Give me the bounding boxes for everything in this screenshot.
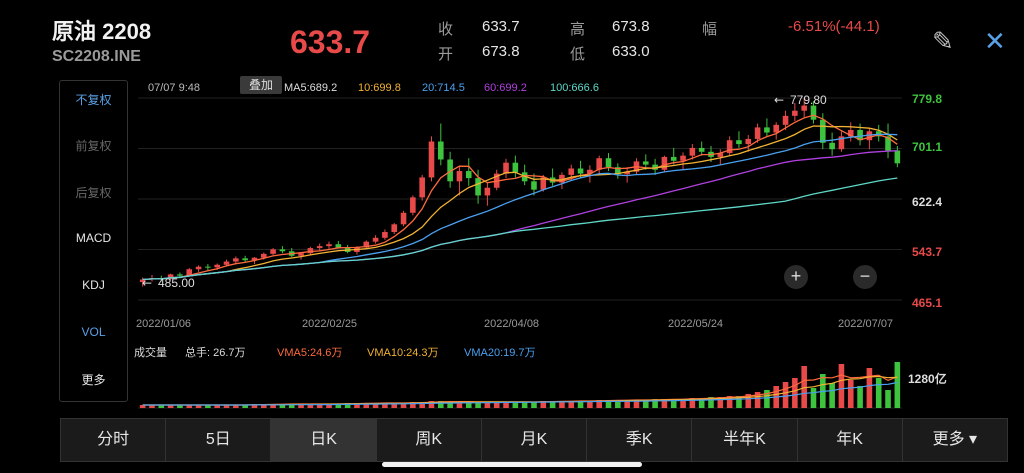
candle-body	[577, 168, 584, 174]
candle-body	[745, 138, 752, 145]
tab-daily-k[interactable]: 日K	[271, 419, 377, 461]
candle-body	[792, 110, 798, 116]
tab-weekly-k[interactable]: 周K	[377, 419, 482, 461]
candle-body	[810, 105, 817, 120]
candle-body	[242, 258, 248, 261]
candle-body	[233, 258, 239, 262]
candle-body	[195, 266, 202, 270]
zoom-in-button[interactable]: +	[784, 265, 808, 289]
min-price-marker: 485.00	[158, 276, 195, 290]
volume-label: 成交量	[134, 347, 167, 359]
candle-body	[391, 224, 398, 233]
candle-body	[270, 249, 276, 254]
zoom-out-button[interactable]: −	[853, 265, 877, 289]
candle-body	[894, 150, 901, 164]
volume-bar	[866, 368, 873, 408]
candle-body	[382, 232, 388, 238]
candle-body	[782, 115, 789, 125]
candle-body	[512, 162, 519, 173]
max-arrow-icon: ←	[774, 93, 784, 107]
candle-body	[335, 244, 342, 248]
max-price-marker: 779.80	[790, 93, 827, 107]
candle-body	[456, 171, 463, 182]
vma5-label: VMA5:24.6万	[277, 347, 343, 359]
candle-body	[680, 155, 686, 161]
candle-body	[820, 119, 826, 143]
tab-intraday[interactable]: 分时	[61, 419, 167, 461]
volume-bar	[838, 364, 845, 408]
y-tick-2: 622.4	[912, 195, 943, 209]
candle-body	[829, 142, 835, 150]
tab-halfyear-k[interactable]: 半年K	[692, 419, 798, 461]
volume-bar	[885, 390, 891, 408]
candle-body	[279, 249, 286, 252]
candle-body	[400, 212, 407, 225]
volume-bar	[829, 383, 835, 408]
volume-bar	[531, 402, 537, 408]
volume-bar	[782, 382, 789, 408]
candle-body	[531, 181, 537, 190]
ma10-line	[142, 125, 898, 281]
y-tick-1: 701.1	[912, 140, 943, 154]
x-tick-1: 2022/02/25	[302, 318, 358, 330]
candle-body	[484, 187, 491, 196]
candle-body	[736, 140, 742, 145]
candle-body	[670, 156, 677, 161]
x-tick-0: 2022/01/06	[136, 318, 192, 330]
candle-body	[754, 127, 761, 139]
candle-body	[428, 141, 435, 178]
candle-body	[773, 124, 780, 133]
candle-body	[438, 141, 444, 160]
candle-body	[475, 178, 481, 196]
volume-bar	[810, 388, 817, 408]
candle-body	[410, 197, 416, 213]
x-tick-4: 2022/07/07	[838, 318, 894, 330]
volume-bar	[894, 362, 901, 408]
tab-5day[interactable]: 5日	[166, 419, 272, 461]
candle-body	[214, 264, 220, 268]
candle-body	[260, 253, 267, 258]
total-volume: 总手: 26.7万	[185, 347, 246, 359]
volume-bar	[875, 378, 882, 408]
candle-body	[372, 237, 379, 242]
y-tick-3: 543.7	[912, 245, 943, 259]
volume-tick: 1280亿	[908, 372, 947, 386]
candle-body	[465, 171, 472, 179]
candle-body	[326, 244, 332, 247]
candle-body	[689, 147, 696, 156]
y-tick-0: 779.8	[912, 92, 943, 106]
candle-body	[642, 161, 649, 165]
y-tick-4: 465.1	[912, 296, 943, 310]
candle-body	[661, 156, 668, 170]
volume-bar	[792, 378, 798, 408]
vma10-label: VMA10:24.3万	[367, 347, 439, 359]
tab-yearly-k[interactable]: 年K	[798, 419, 903, 461]
min-arrow-icon: ←	[142, 276, 152, 290]
volume-bar	[847, 380, 854, 408]
candle-body	[419, 177, 425, 198]
candle-body	[298, 253, 304, 256]
volume-bar	[857, 386, 863, 408]
candle-body	[698, 147, 705, 152]
period-tabs: 分时 5日 日K 周K 月K 季K 半年K 年K 更多 ▾	[60, 418, 1008, 462]
candle-body	[205, 266, 211, 268]
tab-quarterly-k[interactable]: 季K	[587, 419, 693, 461]
x-tick-2: 2022/04/08	[484, 318, 540, 330]
candle-body	[764, 127, 770, 133]
tab-monthly-k[interactable]: 月K	[482, 419, 588, 461]
candle-body	[316, 246, 323, 249]
candle-body	[568, 168, 575, 175]
vma20-label: VMA20:19.7万	[464, 347, 536, 359]
home-indicator[interactable]	[382, 462, 642, 467]
candle-body	[605, 158, 612, 168]
candle-body	[503, 162, 509, 174]
candle-body	[223, 261, 230, 265]
tab-more[interactable]: 更多 ▾	[903, 419, 1007, 461]
candle-body	[307, 248, 314, 254]
x-tick-3: 2022/05/24	[668, 318, 724, 330]
